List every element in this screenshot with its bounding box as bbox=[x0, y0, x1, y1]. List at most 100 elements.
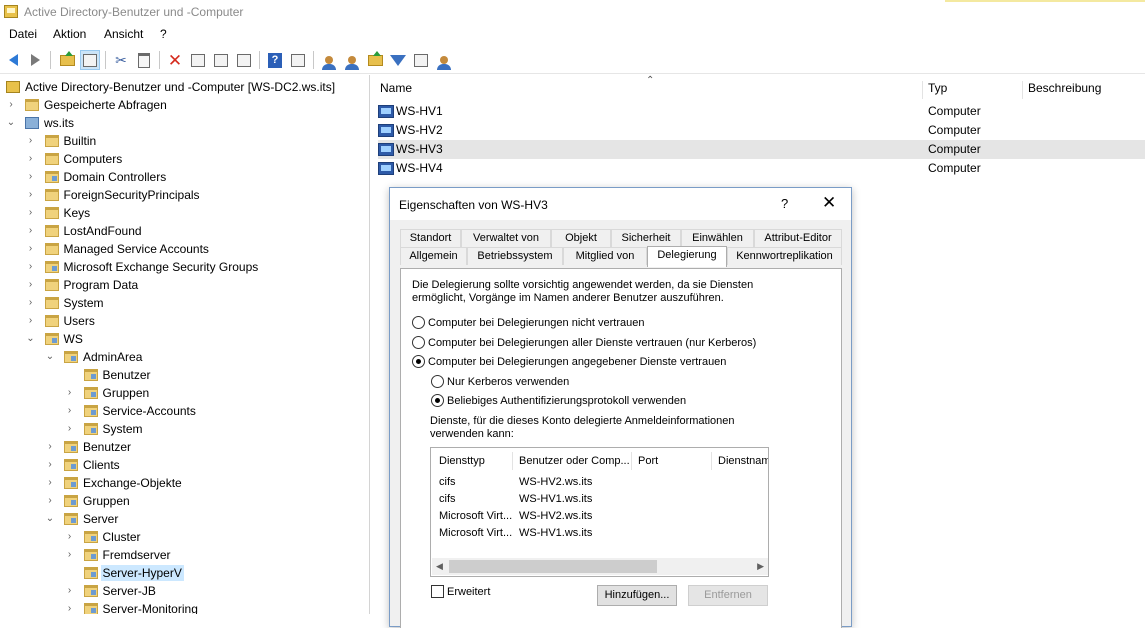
dialog-help-button[interactable]: ? bbox=[781, 196, 788, 211]
expanded-checkbox[interactable] bbox=[431, 585, 444, 598]
dialog-close-button[interactable]: ✕ bbox=[822, 193, 836, 213]
scroll-thumb[interactable] bbox=[449, 560, 657, 573]
find-icon[interactable] bbox=[411, 50, 431, 70]
radio-any-service-label[interactable]: Computer bei Delegierungen aller Dienste… bbox=[428, 337, 756, 349]
tab-betriebssystem[interactable]: Betriebssystem bbox=[467, 247, 563, 265]
expand-chevron-icon[interactable]: › bbox=[26, 316, 36, 326]
tree-node-label[interactable]: Clients bbox=[81, 457, 122, 473]
tree-node-label[interactable]: Domain Controllers bbox=[62, 169, 169, 185]
back-arrow-icon[interactable] bbox=[3, 50, 23, 70]
expand-chevron-icon[interactable]: › bbox=[26, 172, 36, 182]
list-item[interactable]: WS-HV1 Computer bbox=[378, 102, 1145, 121]
tree-node-label[interactable]: System bbox=[62, 295, 106, 311]
list-item-name[interactable]: WS-HV3 bbox=[396, 142, 443, 156]
tree-node-label[interactable]: Server-Monitoring bbox=[101, 601, 200, 614]
tree-node-label[interactable]: Managed Service Accounts bbox=[62, 241, 211, 257]
tree-node[interactable]: › Fremdserver bbox=[0, 546, 369, 564]
scroll-left-icon[interactable]: ◀ bbox=[436, 561, 443, 572]
services-header-type[interactable]: Diensttyp bbox=[439, 455, 485, 467]
service-host-cell[interactable]: WS-HV2.ws.its bbox=[519, 510, 592, 522]
column-header-name[interactable]: Name bbox=[380, 81, 412, 95]
tree-node-label[interactable]: Service-Accounts bbox=[101, 403, 198, 419]
expand-chevron-icon[interactable]: › bbox=[45, 496, 55, 506]
tree-node[interactable]: › Server-Monitoring bbox=[0, 600, 369, 614]
tree-node[interactable]: › Cluster bbox=[0, 528, 369, 546]
tree-node[interactable]: › Computers bbox=[0, 150, 369, 168]
services-header-host[interactable]: Benutzer oder Comp... bbox=[519, 455, 630, 467]
tree-node[interactable]: ⌄ WS bbox=[0, 330, 369, 348]
tab-sicherheit[interactable]: Sicherheit bbox=[611, 229, 681, 247]
paste-icon[interactable] bbox=[134, 50, 154, 70]
menu-aktion[interactable]: Aktion bbox=[53, 27, 86, 41]
tree-node[interactable]: › Microsoft Exchange Security Groups bbox=[0, 258, 369, 276]
column-separator[interactable] bbox=[1022, 81, 1023, 99]
list-item[interactable]: WS-HV4 Computer bbox=[378, 159, 1145, 178]
tree-node-label[interactable]: Keys bbox=[62, 205, 93, 221]
expand-chevron-icon[interactable]: › bbox=[26, 190, 36, 200]
expand-chevron-icon[interactable]: › bbox=[26, 208, 36, 218]
list-item-name[interactable]: WS-HV2 bbox=[396, 123, 443, 137]
expand-chevron-icon[interactable]: › bbox=[26, 298, 36, 308]
expand-chevron-icon[interactable]: › bbox=[65, 388, 75, 398]
tree-node[interactable]: ⌄ ws.its bbox=[0, 114, 369, 132]
service-host-cell[interactable]: WS-HV2.ws.its bbox=[519, 476, 592, 488]
scroll-right-icon[interactable]: ▶ bbox=[757, 561, 764, 572]
radio-kerberos-only-label[interactable]: Nur Kerberos verwenden bbox=[447, 376, 569, 388]
tree-node-label[interactable]: Benutzer bbox=[101, 367, 153, 383]
tree-node-label[interactable]: Server bbox=[81, 511, 120, 527]
help-icon[interactable]: ? bbox=[265, 50, 285, 70]
tree-node-label[interactable]: System bbox=[101, 421, 145, 437]
properties-icon[interactable] bbox=[188, 50, 208, 70]
radio-any-protocol-label[interactable]: Beliebiges Authentifizierungsprotokoll v… bbox=[447, 395, 686, 407]
tree-node[interactable]: › Gespeicherte Abfragen bbox=[0, 96, 369, 114]
tree-node[interactable]: › Managed Service Accounts bbox=[0, 240, 369, 258]
tree-node-label[interactable]: LostAndFound bbox=[62, 223, 144, 239]
radio-any-service[interactable] bbox=[412, 336, 425, 349]
expand-chevron-icon[interactable]: › bbox=[65, 532, 75, 542]
tree-node[interactable]: › Program Data bbox=[0, 276, 369, 294]
tree-node[interactable]: › System bbox=[0, 294, 369, 312]
tree-node[interactable]: › Service-Accounts bbox=[0, 402, 369, 420]
tree-node-label[interactable]: ws.its bbox=[42, 115, 76, 131]
tree-node-label[interactable]: AdminArea bbox=[81, 349, 144, 365]
expand-chevron-icon[interactable]: › bbox=[65, 586, 75, 596]
add-button[interactable]: Hinzufügen... bbox=[597, 585, 677, 606]
tree-node-label[interactable]: ForeignSecurityPrincipals bbox=[62, 187, 202, 203]
tree-node[interactable]: › System bbox=[0, 420, 369, 438]
collapse-chevron-icon[interactable]: ⌄ bbox=[45, 514, 55, 524]
tree-node[interactable]: › Exchange-Objekte bbox=[0, 474, 369, 492]
service-type-cell[interactable]: Microsoft Virt... bbox=[439, 510, 512, 522]
expand-chevron-icon[interactable]: › bbox=[65, 604, 75, 614]
services-list[interactable]: Diensttyp Benutzer oder Comp... Port Die… bbox=[430, 447, 769, 577]
service-type-cell[interactable]: cifs bbox=[439, 476, 456, 488]
radio-kerberos-only[interactable] bbox=[431, 375, 444, 388]
refresh-icon[interactable] bbox=[211, 50, 231, 70]
tree-node[interactable]: › Benutzer bbox=[0, 438, 369, 456]
list-item-name[interactable]: WS-HV4 bbox=[396, 161, 443, 175]
tree-node-label[interactable]: Program Data bbox=[62, 277, 141, 293]
tree-node[interactable]: Server-HyperV bbox=[0, 564, 369, 582]
tree-node-label[interactable]: Server-HyperV bbox=[100, 565, 184, 581]
radio-specified-services-label[interactable]: Computer bei Delegierungen angegebener D… bbox=[428, 356, 726, 368]
menu-help[interactable]: ? bbox=[160, 27, 167, 41]
cut-icon[interactable]: ✂ bbox=[111, 50, 131, 70]
tree-node[interactable]: ⌄ Server bbox=[0, 510, 369, 528]
tree-node-label[interactable]: Users bbox=[62, 313, 97, 329]
expanded-checkbox-label[interactable]: Erweitert bbox=[447, 586, 490, 598]
tree-node[interactable]: › Users bbox=[0, 312, 369, 330]
tree-node-label[interactable]: Server-JB bbox=[101, 583, 158, 599]
tab-kennwortreplikation[interactable]: Kennwortreplikation bbox=[727, 247, 842, 265]
remove-button[interactable]: Entfernen bbox=[688, 585, 768, 606]
new-user-icon[interactable] bbox=[319, 50, 339, 70]
tab-verwaltet-von[interactable]: Verwaltet von bbox=[461, 229, 551, 247]
expand-chevron-icon[interactable]: › bbox=[45, 442, 55, 452]
column-separator[interactable] bbox=[512, 452, 513, 470]
tab-einwaehlen[interactable]: Einwählen bbox=[681, 229, 754, 247]
column-separator[interactable] bbox=[711, 452, 712, 470]
radio-no-delegation-label[interactable]: Computer bei Delegierungen nicht vertrau… bbox=[428, 317, 644, 329]
forward-arrow-icon[interactable] bbox=[25, 50, 45, 70]
service-host-cell[interactable]: WS-HV1.ws.its bbox=[519, 493, 592, 505]
tree-node[interactable]: Benutzer bbox=[0, 366, 369, 384]
tree-node-label[interactable]: Fremdserver bbox=[101, 547, 173, 563]
collapse-chevron-icon[interactable]: ⌄ bbox=[26, 334, 36, 344]
